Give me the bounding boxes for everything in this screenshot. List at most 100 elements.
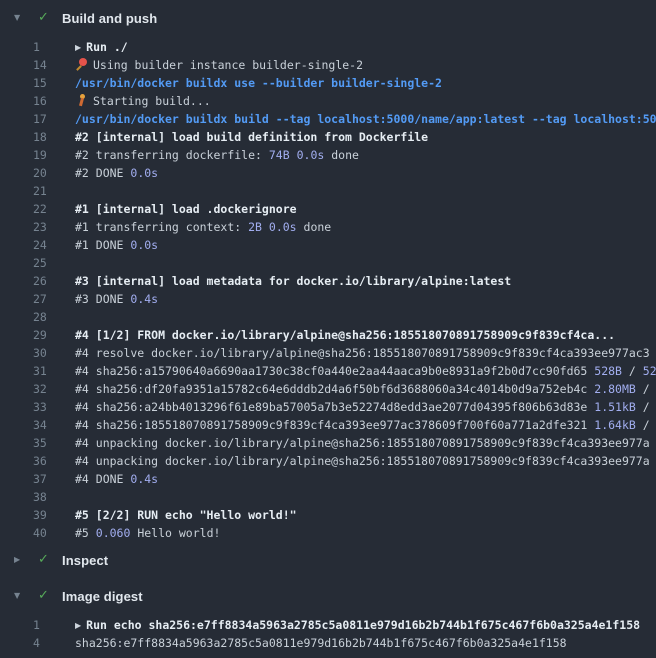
log-line: 23 #1 transferring context: 2B 0.0s done bbox=[0, 218, 656, 236]
line-number[interactable]: 32 bbox=[33, 380, 75, 398]
line-number[interactable]: 29 bbox=[33, 326, 75, 344]
line-text: #2 DONE 0.0s bbox=[75, 164, 656, 182]
log-line: 15 /usr/bin/docker buildx use --builder … bbox=[0, 74, 656, 92]
log-line: 32 #4 sha256:df20fa9351a15782c64e6dddb2d… bbox=[0, 380, 656, 398]
line-text: #1 DONE 0.0s bbox=[75, 236, 656, 254]
log-line: 31 #4 sha256:a15790640a6690aa1730c38cf0a… bbox=[0, 362, 656, 380]
line-number[interactable]: 34 bbox=[33, 416, 75, 434]
line-number[interactable]: 25 bbox=[33, 254, 75, 272]
line-number[interactable]: 19 bbox=[33, 146, 75, 164]
line-number[interactable]: 4 bbox=[33, 634, 75, 652]
line-text bbox=[75, 182, 656, 200]
line-text: #3 DONE 0.4s bbox=[75, 290, 656, 308]
log-line: 21 bbox=[0, 182, 656, 200]
line-number[interactable]: 40 bbox=[33, 524, 75, 542]
line-number[interactable]: 18 bbox=[33, 128, 75, 146]
line-number[interactable]: 30 bbox=[33, 344, 75, 362]
line-number[interactable]: 20 bbox=[33, 164, 75, 182]
line-number[interactable]: 14 bbox=[33, 56, 75, 74]
line-number[interactable]: 37 bbox=[33, 470, 75, 488]
line-text: #3 [internal] load metadata for docker.i… bbox=[75, 272, 656, 290]
step-title: Inspect bbox=[62, 553, 108, 568]
triangle-down-icon: ▼ bbox=[14, 582, 26, 610]
line-number[interactable]: 21 bbox=[33, 182, 75, 200]
log-line: 19 #2 transferring dockerfile: 74B 0.0s … bbox=[0, 146, 656, 164]
line-number[interactable]: 16 bbox=[33, 92, 75, 110]
line-text: #4 unpacking docker.io/library/alpine@sh… bbox=[75, 434, 656, 452]
line-text: #4 unpacking docker.io/library/alpine@sh… bbox=[75, 452, 656, 470]
log-line: 27 #3 DONE 0.4s bbox=[0, 290, 656, 308]
triangle-down-icon: ▼ bbox=[14, 4, 26, 32]
log-line: 22 #1 [internal] load .dockerignore bbox=[0, 200, 656, 218]
line-text bbox=[75, 488, 656, 506]
log-line: 24 #1 DONE 0.0s bbox=[0, 236, 656, 254]
step-header[interactable]: ▼ ✓ Build and push bbox=[0, 4, 656, 32]
step-header[interactable]: ▼ ✓ Image digest bbox=[0, 582, 656, 610]
check-icon: ✓ bbox=[38, 4, 54, 32]
line-number[interactable]: 31 bbox=[33, 362, 75, 380]
step-title: Image digest bbox=[62, 589, 143, 604]
line-text: /usr/bin/docker buildx build --tag local… bbox=[75, 110, 656, 128]
log-lines: 1 ▶Run ./ 14 Using builder instance buil… bbox=[0, 38, 656, 542]
log-line: 28 bbox=[0, 308, 656, 326]
triangle-right-icon: ▶ bbox=[14, 546, 26, 574]
line-text: #2 transferring dockerfile: 74B 0.0s don… bbox=[75, 146, 656, 164]
check-icon: ✓ bbox=[38, 546, 54, 574]
log-line: 33 #4 sha256:a24bb4013296f61e89ba57005a7… bbox=[0, 398, 656, 416]
line-text: #4 DONE 0.4s bbox=[75, 470, 656, 488]
line-text: Starting build... bbox=[75, 92, 656, 110]
line-text: Using builder instance builder-single-2 bbox=[75, 56, 656, 74]
line-text: #1 [internal] load .dockerignore bbox=[75, 200, 656, 218]
log-line: 1 ▶Run ./ bbox=[0, 38, 656, 56]
line-number[interactable]: 39 bbox=[33, 506, 75, 524]
play-icon[interactable]: ▶ bbox=[75, 39, 81, 56]
log-line: 26 #3 [internal] load metadata for docke… bbox=[0, 272, 656, 290]
log-step-section: ▼ ✓ Build and push 1 ▶Run ./ 14 Using bu… bbox=[0, 4, 656, 542]
log-line: 39 #5 [2/2] RUN echo "Hello world!" bbox=[0, 506, 656, 524]
log-lines: 1 ▶Run echo sha256:e7ff8834a5963a2785c5a… bbox=[0, 616, 656, 652]
line-text: #1 transferring context: 2B 0.0s done bbox=[75, 218, 656, 236]
log-step-section: ▶ ✓ Inspect bbox=[0, 546, 656, 574]
line-text: ▶Run ./ bbox=[75, 38, 656, 56]
line-number[interactable]: 23 bbox=[33, 218, 75, 236]
line-text: #5 0.060 Hello world! bbox=[75, 524, 656, 542]
log-line: 14 Using builder instance builder-single… bbox=[0, 56, 656, 74]
line-text bbox=[75, 254, 656, 272]
line-number[interactable]: 33 bbox=[33, 398, 75, 416]
line-number[interactable]: 36 bbox=[33, 452, 75, 470]
line-number[interactable]: 17 bbox=[33, 110, 75, 128]
log-line: 30 #4 resolve docker.io/library/alpine@s… bbox=[0, 344, 656, 362]
pin-icon bbox=[75, 58, 88, 71]
line-text: ▶Run echo sha256:e7ff8834a5963a2785c5a08… bbox=[75, 616, 656, 634]
line-text bbox=[75, 308, 656, 326]
step-header[interactable]: ▶ ✓ Inspect bbox=[0, 546, 656, 574]
line-number[interactable]: 26 bbox=[33, 272, 75, 290]
line-number[interactable]: 35 bbox=[33, 434, 75, 452]
line-number[interactable]: 1 bbox=[33, 616, 75, 634]
line-number[interactable]: 22 bbox=[33, 200, 75, 218]
step-title: Build and push bbox=[62, 11, 157, 26]
log-line: 17 /usr/bin/docker buildx build --tag lo… bbox=[0, 110, 656, 128]
line-text: #2 [internal] load build definition from… bbox=[75, 128, 656, 146]
line-text: #4 sha256:a24bb4013296f61e89ba57005a7b3e… bbox=[75, 398, 656, 416]
log-line: 34 #4 sha256:185518070891758909c9f839cf4… bbox=[0, 416, 656, 434]
line-text: #5 [2/2] RUN echo "Hello world!" bbox=[75, 506, 656, 524]
runner-icon bbox=[75, 94, 88, 107]
line-number[interactable]: 15 bbox=[33, 74, 75, 92]
log-line: 40 #5 0.060 Hello world! bbox=[0, 524, 656, 542]
line-number[interactable]: 1 bbox=[33, 38, 75, 56]
line-number[interactable]: 24 bbox=[33, 236, 75, 254]
log-line: 37 #4 DONE 0.4s bbox=[0, 470, 656, 488]
log-line: 18 #2 [internal] load build definition f… bbox=[0, 128, 656, 146]
play-icon[interactable]: ▶ bbox=[75, 617, 81, 634]
log-line: 16 Starting build... bbox=[0, 92, 656, 110]
line-text: #4 resolve docker.io/library/alpine@sha2… bbox=[75, 344, 656, 362]
line-number[interactable]: 28 bbox=[33, 308, 75, 326]
check-icon: ✓ bbox=[38, 582, 54, 610]
log-line: 25 bbox=[0, 254, 656, 272]
line-text: #4 sha256:df20fa9351a15782c64e6dddb2d4a6… bbox=[75, 380, 656, 398]
line-number[interactable]: 27 bbox=[33, 290, 75, 308]
line-number[interactable]: 38 bbox=[33, 488, 75, 506]
log-step-section: ▼ ✓ Image digest 1 ▶Run echo sha256:e7ff… bbox=[0, 582, 656, 652]
log-line: 29 #4 [1/2] FROM docker.io/library/alpin… bbox=[0, 326, 656, 344]
